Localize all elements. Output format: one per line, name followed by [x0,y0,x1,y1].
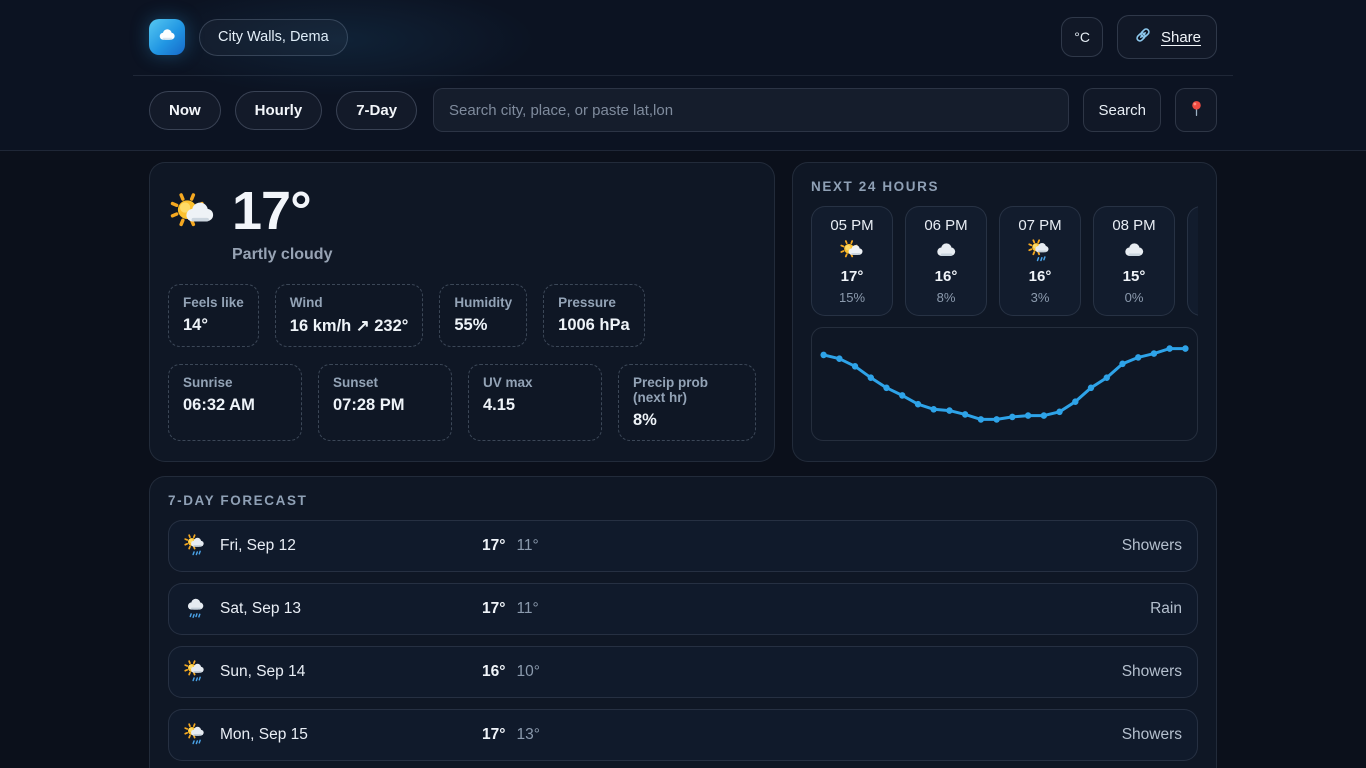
hour-precip-prob: 15% [839,290,865,305]
sun-behind-cloud-icon [840,239,864,263]
hour-card: 09 PM 15° 0% [1187,206,1198,316]
stat-box: Wind 16 km/h ↗ 232° [275,284,424,347]
forecast-row: Sun, Sep 14 16° 10° Showers [168,646,1198,698]
hour-time: 06 PM [924,217,967,234]
hour-precip-prob: 3% [1031,290,1050,305]
hour-card: 06 PM 16° 8% [905,206,987,316]
hour-precip-prob: 0% [1125,290,1144,305]
stat-value: 07:28 PM [333,396,437,415]
seven-day-forecast-card: 7-DAY FORECAST Fri, Sep 12 17° 11° Showe… [149,476,1217,768]
hourly-strip: 05 PM 17° 15% 06 PM 16° 8% [811,206,1198,316]
forecast-low: 13° [516,726,539,744]
stat-label: Wind [290,295,409,310]
stat-box: Sunrise 06:32 AM [168,364,302,441]
forecast-day: Sun, Sep 14 [220,663,482,681]
seven-day-forecast-title: 7-DAY FORECAST [168,493,1198,508]
forecast-row: Fri, Sep 12 17° 11° Showers [168,520,1198,572]
stat-box: Precip prob (next hr) 8% [618,364,756,441]
forecast-low: 11° [516,537,538,555]
hour-time: 07 PM [1018,217,1061,234]
stat-label: Precip prob (next hr) [633,375,741,405]
forecast-high: 17° [482,537,505,555]
rain-cloud-icon [184,597,207,620]
sun-behind-rain-cloud-icon [184,723,207,746]
next-24-hours-card: NEXT 24 HOURS 05 PM 17° 15% 06 PM [792,162,1217,462]
forecast-high: 16° [482,663,505,681]
sun-behind-rain-cloud-icon [184,660,207,683]
link-icon [1133,25,1153,49]
hour-time: 08 PM [1112,217,1155,234]
stat-label: Feels like [183,295,244,310]
stat-box: Humidity 55% [439,284,527,347]
location-chip[interactable]: City Walls, Dema [199,19,348,56]
forecast-condition: Rain [1150,600,1182,618]
sun-behind-cloud-icon [170,183,216,242]
search-input[interactable] [433,88,1069,132]
cloud-icon [1122,239,1146,263]
hour-temp: 17° [841,268,864,285]
hour-temp: 16° [1029,268,1052,285]
search-button[interactable]: Search [1083,88,1161,132]
top-actions: °C Share [1061,15,1217,59]
stat-value: 55% [454,316,512,335]
forecast-low: 11° [516,600,538,618]
share-button[interactable]: Share [1117,15,1217,59]
forecast-condition: Showers [1122,663,1182,681]
main-content: 17° Partly cloudy Feels like 14° Wind 16… [133,151,1233,768]
app-logo [149,19,185,55]
stat-label: UV max [483,375,587,390]
stat-value: 4.15 [483,396,587,415]
forecast-low: 10° [516,663,539,681]
temperature-trend-chart [811,327,1198,441]
hour-precip-prob: 8% [937,290,956,305]
stat-label: Pressure [558,295,630,310]
share-label: Share [1161,29,1201,46]
cloud-icon [157,25,177,50]
hour-card: 05 PM 17° 15% [811,206,893,316]
brand: City Walls, Dema [149,19,348,56]
pushpin-icon [1188,100,1205,120]
forecast-day: Fri, Sep 12 [220,537,482,555]
hour-temp: 15° [1123,268,1146,285]
next-24-hours-title: NEXT 24 HOURS [811,179,1198,194]
hour-card: 07 PM 16° 3% [999,206,1081,316]
top-bar: City Walls, Dema °C Share [0,0,1366,76]
forecast-high: 17° [482,600,505,618]
forecast-row: Mon, Sep 15 17° 13° Showers [168,709,1198,761]
forecast-day: Mon, Sep 15 [220,726,482,744]
stat-value: 16 km/h ↗ 232° [290,316,409,336]
sun-behind-rain-cloud-icon [184,534,207,557]
stat-box: UV max 4.15 [468,364,602,441]
nav-tab[interactable]: Hourly [235,91,323,130]
stat-box: Pressure 1006 hPa [543,284,645,347]
stat-value: 14° [183,316,244,335]
stat-box: Feels like 14° [168,284,259,347]
forecast-condition: Showers [1122,537,1182,555]
stat-label: Humidity [454,295,512,310]
forecast-condition: Showers [1122,726,1182,744]
forecast-day: Sat, Sep 13 [220,600,482,618]
stat-box: Sunset 07:28 PM [318,364,452,441]
stat-label: Sunset [333,375,437,390]
stat-label: Sunrise [183,375,287,390]
current-temperature: 17° [232,183,332,240]
unit-toggle-button[interactable]: °C [1061,17,1103,57]
stat-value: 1006 hPa [558,316,630,335]
use-location-button[interactable] [1175,88,1217,132]
sun-behind-rain-cloud-icon [1028,239,1052,263]
hour-temp: 16° [935,268,958,285]
stat-value: 8% [633,411,741,430]
nav-row: Now Hourly 7-Day Search [0,76,1366,151]
stat-value: 06:32 AM [183,396,287,415]
forecast-high: 17° [482,726,505,744]
nav-tab[interactable]: Now [149,91,221,130]
current-conditions-card: 17° Partly cloudy Feels like 14° Wind 16… [149,162,775,462]
cloud-icon [934,239,958,263]
hour-time: 05 PM [830,217,873,234]
nav-tab[interactable]: 7-Day [336,91,417,130]
current-condition: Partly cloudy [232,246,332,264]
hour-card: 08 PM 15° 0% [1093,206,1175,316]
forecast-row: Sat, Sep 13 17° 11° Rain [168,583,1198,635]
